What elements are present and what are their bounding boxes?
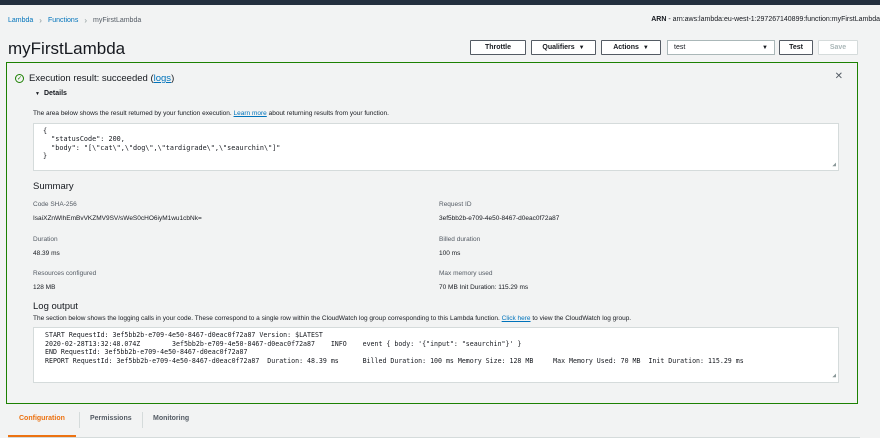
desc-suffix: about returning results from your functi…: [266, 110, 389, 117]
log-desc-prefix: The section below shows the logging call…: [33, 315, 502, 322]
duration-value: 48.39 ms: [33, 250, 60, 257]
breadcrumb-current: myFirstLambda: [93, 17, 142, 24]
log-description: The section below shows the logging call…: [33, 315, 631, 322]
tab-divider: [79, 412, 80, 428]
caret-down-icon: ▼: [578, 44, 585, 51]
qualifiers-label: Qualifiers: [542, 44, 575, 51]
chevron-right-icon: ›: [84, 16, 87, 25]
max-memory-field: Max memory used 70 MB Init Duration: 115…: [439, 270, 528, 291]
active-tab-indicator: [8, 435, 76, 437]
caret-down-icon: ▼: [762, 44, 768, 51]
success-check-icon: ✓: [15, 74, 24, 83]
test-event-value: test: [674, 44, 686, 51]
result-text: { "statusCode": 200, "body": "[\"cat\",\…: [43, 127, 281, 161]
chevron-right-icon: ›: [39, 16, 42, 25]
tab-divider: [142, 412, 143, 428]
test-label: Test: [789, 44, 803, 51]
throttle-label: Throttle: [484, 44, 512, 51]
breadcrumb-functions[interactable]: Functions: [48, 17, 78, 24]
logs-link[interactable]: logs: [154, 73, 171, 84]
max-memory-value: 70 MB Init Duration: 115.29 ms: [439, 284, 529, 291]
execution-status: ✓ Execution result: succeeded (logs): [15, 73, 174, 84]
resources-value: 128 MB: [33, 284, 56, 291]
caret-down-icon: ▼: [642, 44, 649, 51]
max-memory-label: Max memory used: [439, 270, 493, 277]
billed-duration-value: 100 ms: [439, 250, 461, 257]
log-output-box[interactable]: START RequestId: 3ef5bb2b-e709-4e50-8467…: [33, 327, 839, 383]
request-id-value: 3ef5bb2b-e709-4e50-8467-d0eac0f72a87: [439, 215, 560, 222]
billed-duration-field: Billed duration 100 ms: [439, 236, 480, 257]
arn-label: ARN: [651, 16, 667, 23]
arn-value: - arn:aws:lambda:eu-west-1:297267140899:…: [668, 16, 880, 23]
caret-down-icon: ▼: [35, 90, 40, 97]
qualifiers-dropdown[interactable]: Qualifiers ▼: [531, 40, 596, 55]
log-desc-suffix: to view the CloudWatch log group.: [530, 315, 632, 322]
result-output[interactable]: { "statusCode": 200, "body": "[\"cat\",\…: [33, 123, 839, 171]
execution-result-panel: ✓ Execution result: succeeded (logs) ✕ ▼…: [6, 62, 858, 404]
function-tabs: Configuration Permissions Monitoring: [0, 410, 880, 438]
result-description: The area below shows the result returned…: [33, 110, 389, 117]
code-sha-value: IsaiXZnWlhEmBvVKZMV9SV/sWeS0cHO6iyM1wu1c…: [33, 215, 202, 222]
status-suffix: ): [171, 73, 175, 84]
tab-monitoring[interactable]: Monitoring: [153, 415, 189, 422]
tab-permissions[interactable]: Permissions: [90, 415, 132, 422]
resize-grip-icon[interactable]: ◢: [832, 372, 836, 381]
billed-duration-label: Billed duration: [439, 236, 481, 243]
test-event-select[interactable]: test ▼: [667, 40, 775, 55]
actions-label: Actions: [613, 44, 639, 51]
resources-field: Resources configured 128 MB: [33, 270, 96, 291]
throttle-button[interactable]: Throttle: [470, 40, 526, 55]
learn-more-link[interactable]: Learn more: [234, 110, 267, 117]
toolbar: Throttle Qualifiers ▼ Actions ▼ test ▼ T…: [0, 40, 880, 56]
click-here-link[interactable]: Click here: [502, 315, 531, 322]
resize-grip-icon[interactable]: ◢: [832, 161, 836, 169]
details-toggle[interactable]: ▼ Details: [35, 90, 67, 97]
duration-label: Duration: [33, 236, 58, 243]
close-icon[interactable]: ✕: [835, 71, 843, 82]
details-label: Details: [43, 90, 67, 97]
duration-field: Duration 48.39 ms: [33, 236, 60, 257]
top-bar: [0, 0, 880, 5]
actions-dropdown[interactable]: Actions ▼: [601, 40, 661, 55]
code-sha-label: Code SHA-256: [33, 201, 77, 208]
request-id-label: Request ID: [439, 201, 472, 208]
save-label: Save: [829, 44, 847, 51]
resources-label: Resources configured: [33, 270, 97, 277]
breadcrumb: Lambda › Functions › myFirstLambda: [8, 16, 141, 25]
function-arn: ARN - arn:aws:lambda:eu-west-1:297267140…: [651, 16, 880, 23]
log-output-heading: Log output: [33, 301, 78, 312]
status-prefix: Execution result: succeeded (: [29, 73, 154, 84]
breadcrumb-lambda[interactable]: Lambda: [8, 17, 33, 24]
log-text: START RequestId: 3ef5bb2b-e709-4e50-8467…: [45, 331, 744, 365]
code-sha-field: Code SHA-256 IsaiXZnWlhEmBvVKZMV9SV/sWeS…: [33, 201, 202, 222]
execution-status-text: Execution result: succeeded (logs): [29, 73, 174, 84]
desc-prefix: The area below shows the result returned…: [33, 110, 234, 117]
summary-heading: Summary: [33, 181, 74, 192]
request-id-field: Request ID 3ef5bb2b-e709-4e50-8467-d0eac…: [439, 201, 559, 222]
tab-configuration[interactable]: Configuration: [19, 415, 65, 422]
save-button[interactable]: Save: [818, 40, 858, 55]
test-button[interactable]: Test: [779, 40, 813, 55]
